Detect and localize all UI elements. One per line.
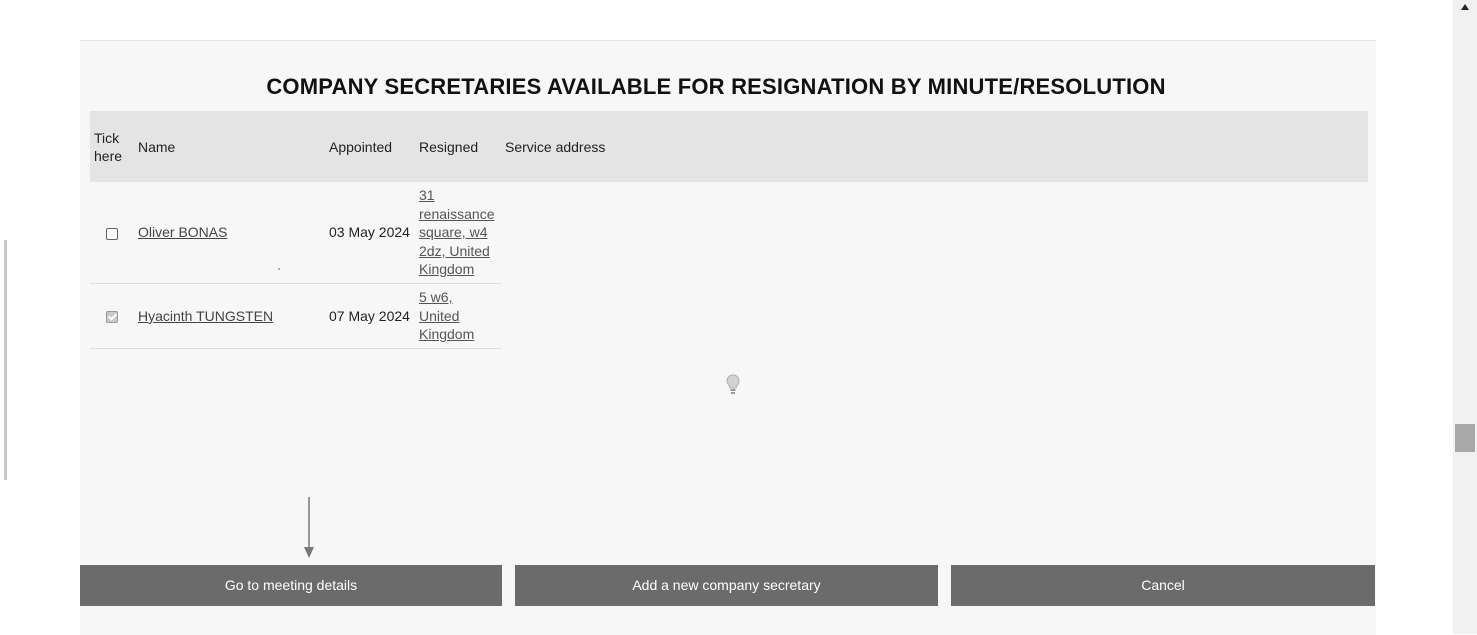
tick-cell — [90, 283, 134, 349]
address-line: 31 — [419, 187, 435, 204]
header-name: Name — [138, 138, 176, 155]
left-scroll-indicator — [4, 240, 7, 480]
address-line: United — [419, 307, 460, 324]
empty-cell — [501, 182, 609, 284]
header-tick-line1: Tick — [94, 129, 120, 146]
appointed-cell: 07 May 2024 — [325, 283, 415, 349]
table-row: Oliver BONAS 03 May 2024 31 renaissance … — [90, 182, 609, 284]
address-line: square, w4 — [419, 224, 488, 241]
row-checkbox-hyacinth[interactable] — [106, 311, 118, 324]
secretary-name-link[interactable]: Oliver BONAS — [138, 224, 227, 240]
arrow-down-icon — [304, 497, 314, 558]
secretaries-table: Tick here Name Appointed Resigned Servic… — [90, 111, 609, 349]
header-service-address: Service address — [505, 138, 606, 155]
page-title: COMPANY SECRETARIES AVAILABLE FOR RESIGN… — [266, 74, 1166, 99]
name-cell: Hyacinth TUNGSTEN — [134, 283, 325, 349]
address-line: 2dz, United — [419, 242, 490, 259]
stray-dot — [278, 268, 280, 270]
service-address-link[interactable]: 5 w6, United Kingdom — [419, 289, 474, 342]
address-line: Kingdom — [419, 261, 475, 278]
address-cell: 5 w6, United Kingdom — [415, 283, 501, 349]
header-resigned: Resigned — [419, 138, 479, 155]
vertical-scrollbar[interactable] — [1453, 0, 1477, 634]
add-company-secretary-button[interactable]: Add a new company secretary — [515, 565, 938, 606]
header-appointed: Appointed — [329, 138, 393, 155]
name-cell: Oliver BONAS — [134, 182, 325, 284]
cancel-button[interactable]: Cancel — [951, 565, 1375, 606]
appointed-cell: 03 May 2024 — [325, 182, 415, 284]
address-line: renaissance — [419, 205, 495, 222]
scrollbar-thumb[interactable] — [1455, 424, 1475, 452]
table-header-row: Tick here Name Appointed Resigned Servic… — [90, 111, 609, 182]
tick-cell — [90, 182, 134, 284]
table-row: Hyacinth TUNGSTEN 07 May 2024 5 w6, Unit… — [90, 283, 609, 349]
secretary-name-link[interactable]: Hyacinth TUNGSTEN — [138, 308, 273, 324]
empty-cell — [501, 284, 609, 349]
address-line: 5 w6, — [419, 289, 453, 306]
service-address-link[interactable]: 31 renaissance square, w4 2dz, United Ki… — [419, 187, 495, 277]
go-to-meeting-details-button[interactable]: Go to meeting details — [80, 565, 502, 606]
address-cell: 31 renaissance square, w4 2dz, United Ki… — [415, 182, 501, 284]
secretaries-panel: COMPANY SECRETARIES AVAILABLE FOR RESIGN… — [80, 40, 1376, 635]
address-line: Kingdom — [419, 326, 475, 343]
left-edge — [0, 0, 8, 634]
lightbulb-icon — [726, 374, 740, 394]
scroll-up-arrow-icon[interactable] — [1461, 4, 1469, 10]
header-tick-line2: here — [94, 147, 123, 164]
row-checkbox-oliver[interactable] — [106, 227, 118, 240]
header-tick: Tick here — [90, 111, 134, 182]
